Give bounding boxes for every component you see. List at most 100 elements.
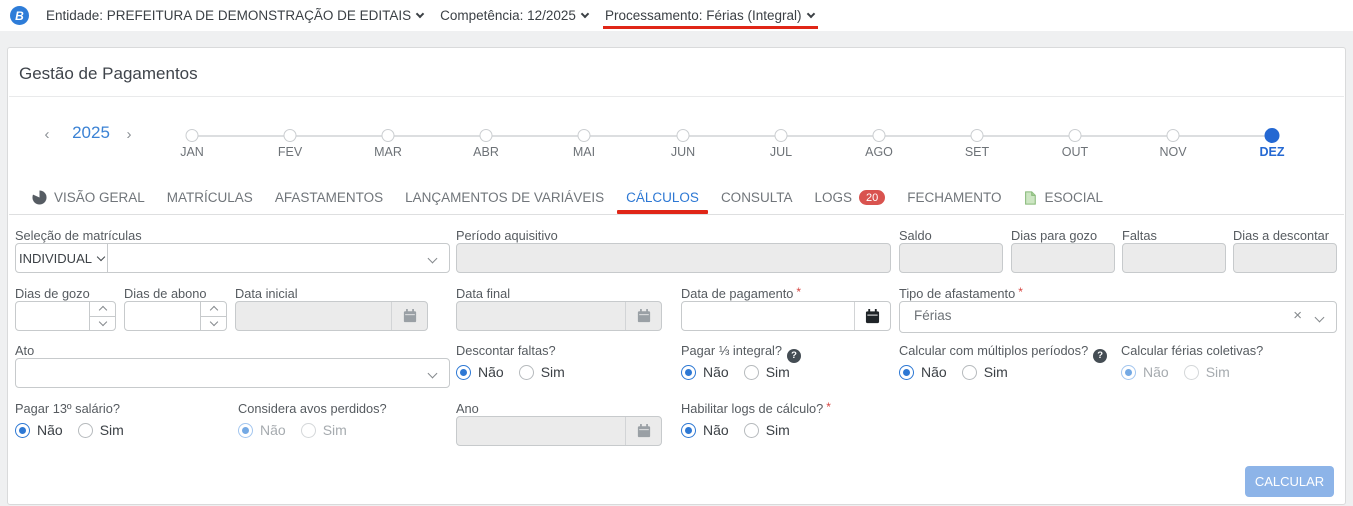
timeline-track	[192, 135, 1272, 137]
radio-label-nao[interactable]: Não	[37, 422, 63, 438]
timeline-dot-ago[interactable]	[872, 129, 886, 142]
timeline-dot-mai[interactable]	[577, 129, 591, 142]
timeline-dot-dez[interactable]	[1264, 128, 1280, 143]
tab-fechamento[interactable]: FECHAMENTO	[907, 189, 1001, 205]
tab-matriculas[interactable]: MATRÍCULAS	[167, 189, 253, 205]
tab-afastamentos[interactable]: AFASTAMENTOS	[275, 189, 383, 205]
field-label-dias-para-gozo: Dias para gozo	[1011, 228, 1098, 243]
radio-sim[interactable]	[518, 364, 534, 380]
required-mark: *	[1018, 285, 1023, 299]
help-icon[interactable]: ?	[1093, 348, 1108, 363]
radio-nao[interactable]	[681, 422, 696, 438]
radio-sim[interactable]	[961, 364, 977, 380]
tab-esocial[interactable]: ESOCIAL	[1023, 189, 1103, 205]
timeline-label-fev[interactable]: FEV	[278, 145, 302, 159]
pagar-terco-integral-radio-group: Não Sim	[681, 364, 790, 380]
timeline-label-dez[interactable]: DEZ	[1260, 145, 1285, 159]
timeline-label-mai[interactable]: MAI	[573, 145, 595, 159]
data-final-input	[456, 301, 662, 331]
stepper-down-button[interactable]	[201, 317, 226, 331]
stepper-up-button[interactable]	[90, 302, 115, 317]
ato-select[interactable]	[15, 358, 450, 388]
radio-label-sim[interactable]: Sim	[766, 364, 790, 380]
radio-nao[interactable]	[15, 422, 30, 438]
timeline-dot-jul[interactable]	[774, 129, 788, 142]
page-title: Gestão de Pagamentos	[19, 64, 198, 83]
tipo-de-afastamento-value: Férias	[914, 308, 952, 323]
entity-selector[interactable]: Entidade: PREFEITURA DE DEMONSTRAÇÃO DE …	[46, 8, 425, 23]
radio-nao[interactable]	[681, 364, 696, 380]
timeline-dot-set[interactable]	[970, 129, 984, 142]
timeline-label-jun[interactable]: JUN	[671, 145, 695, 159]
timeline-label-ago[interactable]: AGO	[865, 145, 893, 159]
radio-label-sim[interactable]: Sim	[984, 364, 1008, 380]
matricula-mode-select[interactable]: INDIVIDUAL	[16, 244, 108, 272]
timeline-dot-abr[interactable]	[479, 129, 493, 142]
processing-selector[interactable]: Processamento: Férias (Integral)	[602, 8, 818, 29]
calcular-button[interactable]: CALCULAR	[1245, 466, 1334, 497]
tab-logs[interactable]: LOGS 20	[814, 189, 886, 205]
calendar-icon[interactable]	[854, 302, 890, 330]
radio-label-nao[interactable]: Não	[478, 364, 504, 380]
dias-de-gozo-input[interactable]	[15, 301, 116, 331]
stepper-down-button[interactable]	[90, 317, 115, 331]
data-de-pagamento-input[interactable]	[681, 301, 891, 331]
label-text: Calcular com múltiplos períodos?	[899, 343, 1089, 358]
tab-consulta[interactable]: CONSULTA	[721, 189, 793, 205]
radio-sim[interactable]	[77, 422, 93, 438]
tab-label: LANÇAMENTOS DE VARIÁVEIS	[405, 190, 605, 205]
field-label-calcular-multiplos-periodos: Calcular com múltiplos períodos??	[899, 343, 1108, 363]
timeline-dot-out[interactable]	[1068, 129, 1082, 142]
tipo-de-afastamento-select[interactable]: Férias ×	[899, 301, 1337, 333]
timeline-label-jan[interactable]: JAN	[180, 145, 204, 159]
tab-visao-geral[interactable]: VISÃO GERAL	[32, 189, 145, 205]
timeline-label-jul[interactable]: JUL	[770, 145, 792, 159]
tab-lancamentos-de-variaveis[interactable]: LANÇAMENTOS DE VARIÁVEIS	[405, 189, 604, 205]
prev-year-button[interactable]: ‹	[40, 126, 54, 143]
radio-nao[interactable]	[899, 364, 914, 380]
payments-card: Gestão de Pagamentos ‹ 2025 › JAN FEV MA…	[7, 47, 1346, 505]
chevron-down-icon	[427, 253, 438, 264]
tab-calculos[interactable]: CÁLCULOS	[617, 189, 708, 214]
stepper-up-button[interactable]	[201, 302, 226, 317]
periodo-aquisitivo-input	[456, 243, 891, 273]
field-label-saldo: Saldo	[899, 228, 932, 243]
timeline-label-set[interactable]: SET	[965, 145, 989, 159]
field-label-habilitar-logs: Habilitar logs de cálculo? *	[681, 400, 831, 416]
field-label-faltas: Faltas	[1122, 228, 1157, 243]
radio-sim[interactable]	[743, 422, 759, 438]
timeline-label-mar[interactable]: MAR	[374, 145, 402, 159]
dias-a-descontar-input	[1233, 243, 1337, 273]
chevron-down-icon	[415, 9, 425, 18]
timeline-dot-nov[interactable]	[1166, 129, 1180, 142]
timeline-label-nov[interactable]: NOV	[1159, 145, 1186, 159]
next-year-button[interactable]: ›	[122, 126, 136, 143]
competence-selector[interactable]: Competência: 12/2025	[440, 8, 590, 23]
radio-sim	[1183, 364, 1199, 380]
timeline-label-out[interactable]: OUT	[1062, 145, 1088, 159]
timeline-dot-jan[interactable]	[185, 129, 199, 142]
chevron-down-icon	[427, 368, 438, 379]
dias-de-abono-input[interactable]	[124, 301, 227, 331]
radio-label-nao[interactable]: Não	[921, 364, 947, 380]
timeline-dot-jun[interactable]	[676, 129, 690, 142]
radio-label-sim[interactable]: Sim	[541, 364, 565, 380]
radio-label-sim[interactable]: Sim	[766, 422, 790, 438]
radio-sim[interactable]	[743, 364, 759, 380]
saldo-input	[899, 243, 1003, 273]
entity-label: Entidade: PREFEITURA DE DEMONSTRAÇÃO DE …	[46, 8, 412, 23]
timeline-dot-fev[interactable]	[283, 129, 297, 142]
radio-label-nao[interactable]: Não	[703, 364, 729, 380]
help-icon[interactable]: ?	[787, 348, 802, 363]
clear-icon[interactable]: ×	[1293, 307, 1302, 324]
radio-label-sim[interactable]: Sim	[100, 422, 124, 438]
timeline-dot-mar[interactable]	[381, 129, 395, 142]
timeline-label-abr[interactable]: ABR	[473, 145, 499, 159]
tab-label: LOGS	[814, 190, 852, 205]
radio-nao[interactable]	[456, 364, 471, 380]
radio-nao	[1121, 364, 1136, 380]
matricula-select-group[interactable]: INDIVIDUAL	[15, 243, 450, 273]
radio-label-nao[interactable]: Não	[703, 422, 729, 438]
tab-label: CÁLCULOS	[626, 190, 699, 205]
required-mark: *	[826, 400, 831, 414]
